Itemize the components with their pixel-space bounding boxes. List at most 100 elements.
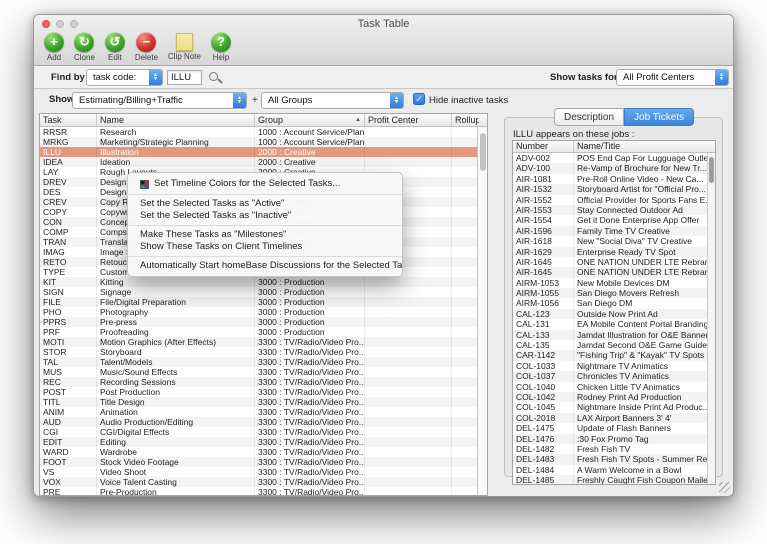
group-select[interactable]: All Groups ▲▼ [261,92,404,109]
table-row[interactable]: TAL Talent/Models 3300 : TV/Radio/Video … [40,357,487,367]
column-header-task[interactable]: Task [40,114,97,126]
list-item[interactable]: AIR-1553 Stay Connected Outdoor Ad [513,205,715,215]
add-button[interactable]: + Add [39,32,69,66]
table-row[interactable]: MUS Music/Sound Effects 3300 : TV/Radio/… [40,367,487,377]
show-tasks-for-select[interactable]: All Profit Centers ▲▼ [616,69,729,86]
menu-separator [128,225,402,226]
list-item[interactable]: DEL-1482 Fresh Fish TV [513,444,715,454]
column-header-group[interactable]: Group ▲ [255,114,365,126]
context-menu: Set Timeline Colors for the Selected Tas… [127,172,403,277]
list-item[interactable]: DEL-1475 Update of Flash Banners [513,423,715,433]
menu-item-make-milestones[interactable]: Make These Tasks as "Milestones" [128,229,402,241]
table-row[interactable]: FILE File/Digital Preparation 3000 : Pro… [40,297,487,307]
show-tasks-for-label: Show tasks for : [550,72,623,83]
table-row[interactable]: RRSR Research 1000 : Account Service/Pla… [40,127,487,137]
tab-job-tickets[interactable]: Job Tickets [624,108,694,126]
table-row[interactable]: KIT Kitting 3000 : Production [40,277,487,287]
table-row[interactable]: POST Post Production 3300 : TV/Radio/Vid… [40,387,487,397]
table-row[interactable]: EDIT Editing 3300 : TV/Radio/Video Pro..… [40,437,487,447]
scrollbar-thumb[interactable] [709,157,714,183]
table-row[interactable]: IDEA Ideation 2000 : Creative [40,157,487,167]
list-item[interactable]: DEL-1485 Freshly Caught Fish Coupon Mail… [513,475,715,485]
list-item[interactable]: AIR-1645 ONE NATION UNDER LTE Rebran... [513,257,715,267]
help-button[interactable]: ? Help [206,32,236,66]
list-item[interactable]: COL-1045 Nightmare Inside Print Ad Produ… [513,402,715,412]
task-type-select[interactable]: Estimating/Billing+Traffic ▲▼ [72,92,247,109]
table-row[interactable]: MOTI Motion Graphics (After Effects) 330… [40,337,487,347]
column-header-number[interactable]: Number [513,141,574,152]
list-item[interactable]: AIRM-1056 San Diego DM [513,298,715,308]
table-row[interactable]: SIGN Signage 3000 : Production [40,287,487,297]
list-item[interactable]: AIR-1618 New "Social Diva" TV Creative [513,236,715,246]
list-item[interactable]: CAR-1142 "Fishing Trip" & "Kayak" TV Spo… [513,350,715,360]
table-row[interactable]: PRF Proofreading 3000 : Production [40,327,487,337]
table-row[interactable]: AUD Audio Production/Editing 3300 : TV/R… [40,417,487,427]
find-by-label: Find by : [51,72,91,83]
list-item[interactable]: COL-1033 Nightmare TV Animatics [513,361,715,371]
table-row[interactable]: PRE Pre-Production 3300 : TV/Radio/Video… [40,487,487,496]
list-item[interactable]: DEL-1476 :30 Fox Promo Tag [513,434,715,444]
list-item[interactable]: AIR-1596 Family Time TV Creative [513,226,715,236]
edit-button[interactable]: ↺ Edit [100,32,130,66]
table-row[interactable]: TITL Title Design 3300 : TV/Radio/Video … [40,397,487,407]
list-item[interactable]: DEL-1484 A Warm Welcome in a Bowl [513,465,715,475]
table-row[interactable]: STOR Storyboard 3300 : TV/Radio/Video Pr… [40,347,487,357]
hide-inactive-checkbox[interactable]: ✓ [413,93,425,105]
column-header-profit-center[interactable]: Profit Center [365,114,452,126]
list-item[interactable]: AIR-1081 Pre-Roll Online Video - New Ca.… [513,174,715,184]
list-item[interactable]: COL-1042 Rodney Print Ad Production [513,392,715,402]
find-field-select[interactable]: task code: ▲▼ [86,69,163,86]
column-header-name[interactable]: Name [97,114,255,126]
list-item[interactable]: CAL-135 Jamdat Second O&E Game Guide [513,340,715,350]
table-row[interactable]: PPRS Pre-press 3000 : Production [40,317,487,327]
list-item[interactable]: ADV-100 Re-Vamp of Brochure for New Tr..… [513,163,715,173]
delete-icon: − [136,32,156,52]
column-header-name-title[interactable]: Name/Title [574,141,707,152]
menu-item-start-homebase-discussions[interactable]: Automatically Start homeBase Discussions… [128,260,402,272]
table-row[interactable]: VS Video Shoot 3300 : TV/Radio/Video Pro… [40,467,487,477]
table-row[interactable]: ILLU Illustration 2000 : Creative [40,147,487,157]
stepper-icon: ▲▼ [233,93,246,108]
right-panel-tabs: Description Job Tickets [554,108,694,126]
table-row[interactable]: VOX Voice Talent Casting 3300 : TV/Radio… [40,477,487,487]
list-item[interactable]: COL-1037 Chronicles TV Animatics [513,371,715,381]
list-item[interactable]: CAL-131 EA Mobile Content Portal Brandin… [513,319,715,329]
find-query-input[interactable]: ILLU [167,70,202,85]
clone-button[interactable]: ↻ Clone [69,32,100,66]
list-item[interactable]: AIRM-1055 San Diego Movers Refresh [513,288,715,298]
menu-item-show-client-timelines[interactable]: Show These Tasks on Client Timelines [128,241,402,253]
table-row[interactable]: PHO Photography 3000 : Production [40,307,487,317]
list-item[interactable]: AIR-1554 Get it Done Enterprise App Offe… [513,215,715,225]
table-row[interactable]: MRKG Marketing/Strategic Planning 1000 :… [40,137,487,147]
table-row[interactable]: ANIM Animation 3300 : TV/Radio/Video Pro… [40,407,487,417]
list-item[interactable]: ADV-002 POS End Cap For Lugguage Outle..… [513,153,715,163]
search-icon[interactable] [209,72,218,81]
tab-description[interactable]: Description [554,108,624,126]
scrollbar-thumb[interactable] [480,133,486,171]
list-item[interactable]: AIR-1629 Enterprise Ready TV Spot [513,247,715,257]
column-header-rollup[interactable]: Rollup [452,114,479,126]
menu-item-set-inactive[interactable]: Set the Selected Tasks as "Inactive" [128,210,402,222]
task-table: Task Name Group ▲ Profit Center Rollup R… [39,113,488,496]
clip-note-button[interactable]: Clip Note [163,32,206,66]
resize-grip-icon[interactable] [719,482,730,493]
table-row[interactable]: FOOT Stock Video Footage 3300 : TV/Radio… [40,457,487,467]
stepper-icon: ▲▼ [149,70,162,85]
table-row[interactable]: WARD Wardrobe 3300 : TV/Radio/Video Pro.… [40,447,487,457]
table-row[interactable]: CGI CGI/Digital Effects 3300 : TV/Radio/… [40,427,487,437]
menu-item-set-timeline-colors[interactable]: Set Timeline Colors for the Selected Tas… [128,177,402,191]
list-item[interactable]: CAL-123 Outside Now Print Ad [513,309,715,319]
list-item[interactable]: DEL-1483 Fresh Fish TV Spots - Summer Re… [513,454,715,464]
list-item[interactable]: COL-1040 Chicken Little TV Animatics [513,382,715,392]
list-item[interactable]: COL-2018 LAX Airport Banners 3' 4' [513,413,715,423]
list-item[interactable]: CAL-133 Jamdat Illustration for O&E Bann… [513,330,715,340]
list-item[interactable]: AIR-1645 ONE NATION UNDER LTE Rebran... [513,267,715,277]
delete-button[interactable]: − Delete [130,32,163,66]
task-table-scrollbar[interactable] [477,127,487,496]
menu-item-set-active[interactable]: Set the Selected Tasks as "Active" [128,198,402,210]
table-row[interactable]: REC Recording Sessions 3300 : TV/Radio/V… [40,377,487,387]
job-list-scrollbar[interactable] [707,153,715,485]
list-item[interactable]: AIRM-1053 New Mobile Devices DM [513,278,715,288]
list-item[interactable]: AIR-1552 Official Provider for Sports Fa… [513,195,715,205]
list-item[interactable]: AIR-1532 Storyboard Artist for "Official… [513,184,715,194]
